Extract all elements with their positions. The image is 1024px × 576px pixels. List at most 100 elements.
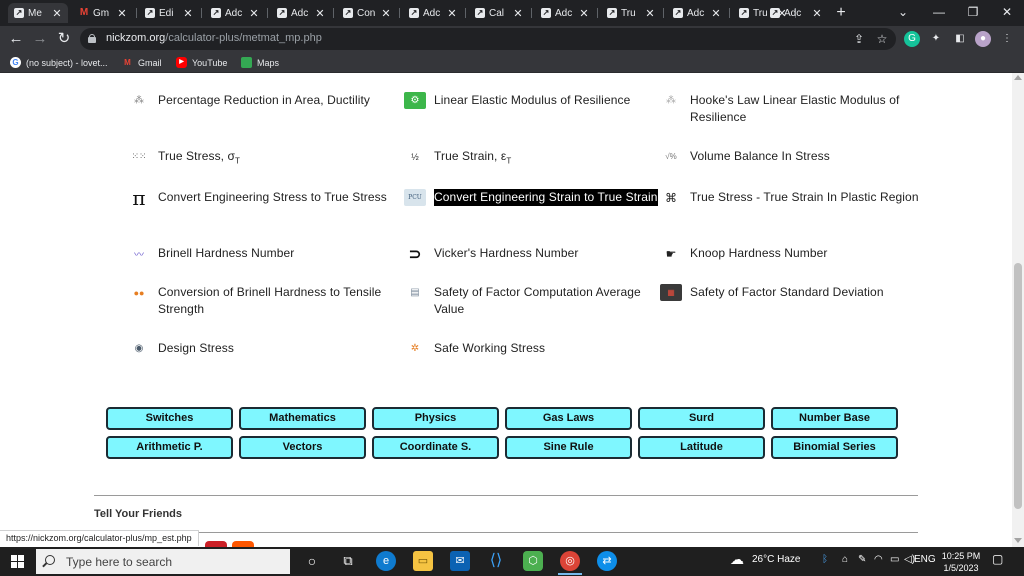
calc-safe-working-stress[interactable]: ✲ Safe Working Stress	[404, 340, 664, 357]
tab-search-chevron-icon[interactable]: ⌄	[886, 2, 920, 22]
pen-icon[interactable]: ✎	[858, 554, 866, 565]
calc-brinell-hardness[interactable]: 〰 Brinell Hardness Number	[128, 245, 388, 262]
tab-2[interactable]: M Gm ✕	[73, 3, 133, 23]
mail-icon[interactable]: ✉	[450, 551, 470, 571]
calc-safety-factor-std-dev[interactable]: ▦ Safety of Factor Standard Deviation	[660, 284, 920, 301]
tray-device-icon[interactable]: ⌂	[842, 554, 848, 565]
forward-button[interactable]: →	[30, 29, 50, 49]
wifi-icon[interactable]: ◠	[874, 554, 883, 565]
close-icon[interactable]: ✕	[182, 7, 194, 20]
bookmark-youtube[interactable]: ▶ YouTube	[176, 55, 227, 70]
close-icon[interactable]: ✕	[512, 7, 524, 20]
profile-avatar[interactable]: ●	[975, 31, 991, 47]
vscode-icon[interactable]: ⟨⟩	[486, 551, 506, 571]
extensions-puzzle-icon[interactable]: ✦	[928, 31, 944, 47]
category-binomial-series-button[interactable]: Binomial Series	[771, 436, 898, 459]
scrollbar-thumb[interactable]	[1014, 263, 1022, 509]
tab-3[interactable]: ↗ Edi ✕	[139, 3, 199, 23]
category-latitude-button[interactable]: Latitude	[638, 436, 765, 459]
side-panel-icon[interactable]: ◧	[952, 31, 968, 47]
scroll-down-arrow-icon[interactable]	[1014, 538, 1022, 543]
calc-volume-balance[interactable]: √% Volume Balance In Stress	[660, 148, 920, 165]
lock-icon[interactable]	[88, 34, 96, 43]
bookmark-gmail[interactable]: M Gmail	[122, 55, 161, 70]
close-icon[interactable]: ✕	[446, 7, 458, 20]
tab-5[interactable]: ↗ Adc ✕	[271, 3, 331, 23]
category-arithmetic-p-button[interactable]: Arithmetic P.	[106, 436, 233, 459]
close-icon[interactable]: ✕	[51, 7, 63, 20]
new-tab-button[interactable]: +	[832, 4, 850, 22]
teamviewer-icon[interactable]: ⇄	[597, 551, 617, 571]
close-icon[interactable]: ✕	[314, 7, 326, 20]
close-icon[interactable]: ✕	[578, 7, 590, 20]
weather-icon[interactable]: ☁	[730, 551, 744, 568]
tab-13[interactable]: ↗ Adc ✕	[764, 3, 828, 23]
edge-icon[interactable]: e	[376, 551, 396, 571]
calc-hookes-law[interactable]: ⁂ Hooke's Law Linear Elastic Modulus of …	[660, 92, 920, 126]
app-hexagon-icon[interactable]: ⬡	[523, 551, 543, 571]
tab-11[interactable]: ↗ Adc ✕	[667, 3, 727, 23]
bookmark-star-icon[interactable]: ☆	[874, 31, 890, 47]
language-indicator[interactable]: ENG	[914, 554, 936, 565]
taskbar-search-box[interactable]: Type here to search	[36, 549, 290, 574]
tab-4[interactable]: ↗ Adc ✕	[205, 3, 265, 23]
windows-start-icon[interactable]	[11, 555, 24, 568]
address-bar[interactable]: nickzom.org/calculator-plus/metmat_mp.ph…	[80, 28, 896, 50]
taskbar-clock[interactable]: 10:25 PM 1/5/2023	[938, 550, 984, 574]
reload-button[interactable]: ↻	[54, 29, 74, 49]
calc-brinell-to-tensile[interactable]: ●● Conversion of Brinell Hardness to Ten…	[128, 284, 388, 318]
bookmark-no-subject[interactable]: G (no subject) - lovet...	[10, 55, 108, 70]
file-explorer-icon[interactable]: ▭	[413, 551, 433, 571]
calc-linear-elastic-resilience[interactable]: ⚙ Linear Elastic Modulus of Resilience	[404, 92, 664, 109]
bookmark-maps[interactable]: Maps	[241, 55, 279, 70]
grammarly-icon[interactable]: G	[904, 31, 920, 47]
cortana-icon[interactable]: ○	[302, 551, 322, 571]
close-icon[interactable]: ✕	[811, 7, 823, 20]
calc-design-stress[interactable]: ◉ Design Stress	[128, 340, 388, 357]
close-window-button[interactable]: ✕	[990, 2, 1024, 22]
category-surd-button[interactable]: Surd	[638, 407, 765, 430]
category-sine-rule-button[interactable]: Sine Rule	[505, 436, 632, 459]
category-physics-button[interactable]: Physics	[372, 407, 499, 430]
tab-7[interactable]: ↗ Adc ✕	[403, 3, 463, 23]
category-gas-laws-button[interactable]: Gas Laws	[505, 407, 632, 430]
close-icon[interactable]: ✕	[248, 7, 260, 20]
category-mathematics-button[interactable]: Mathematics	[239, 407, 366, 430]
close-icon[interactable]: ✕	[116, 7, 128, 20]
url-text[interactable]: nickzom.org/calculator-plus/metmat_mp.ph…	[106, 32, 322, 44]
back-button[interactable]: ←	[6, 29, 26, 49]
calc-engineering-strain-to-true[interactable]: PCU Convert Engineering Strain to True S…	[404, 189, 664, 206]
tab-10[interactable]: ↗ Tru ✕	[601, 3, 661, 23]
battery-icon[interactable]: ▭	[890, 554, 899, 565]
scroll-up-arrow-icon[interactable]	[1014, 75, 1022, 80]
close-icon[interactable]: ✕	[710, 7, 722, 20]
bluetooth-icon[interactable]: ᛒ	[822, 554, 828, 565]
page-scrollbar[interactable]	[1012, 73, 1024, 547]
calc-vickers-hardness[interactable]: ⊃ Vicker's Hardness Number	[404, 245, 664, 263]
calc-percentage-reduction[interactable]: ⁂ Percentage Reduction in Area, Ductilit…	[128, 92, 388, 109]
close-icon[interactable]: ✕	[380, 7, 392, 20]
restore-button[interactable]: ❐	[956, 2, 990, 22]
category-coordinate-s-button[interactable]: Coordinate S.	[372, 436, 499, 459]
minimize-button[interactable]: —	[922, 2, 956, 22]
calc-knoop-hardness[interactable]: ☛ Knoop Hardness Number	[660, 245, 920, 262]
tab-8[interactable]: ↗ Cal ✕	[469, 3, 529, 23]
notifications-icon[interactable]: ▢	[992, 552, 1003, 566]
calc-engineering-stress-to-true[interactable]: π Convert Engineering Stress to True Str…	[128, 186, 388, 210]
chrome-icon[interactable]: ◎	[560, 551, 580, 571]
calc-true-strain[interactable]: ½ True Strain, εT	[404, 148, 664, 169]
share-icon[interactable]: ⇪	[851, 31, 867, 47]
category-number-base-button[interactable]: Number Base	[771, 407, 898, 430]
menu-kebab-icon[interactable]: ⋮	[999, 31, 1015, 47]
category-switches-button[interactable]: Switches	[106, 407, 233, 430]
calc-true-stress[interactable]: ⁙⁙ True Stress, σT	[128, 148, 388, 169]
category-vectors-button[interactable]: Vectors	[239, 436, 366, 459]
tab-6[interactable]: ↗ Con ✕	[337, 3, 397, 23]
tab-9[interactable]: ↗ Adc ✕	[535, 3, 595, 23]
close-icon[interactable]: ✕	[644, 7, 656, 20]
task-view-icon[interactable]: ⧉	[338, 551, 358, 571]
calc-true-stress-strain-plastic[interactable]: ⌘ True Stress - True Strain In Plastic R…	[660, 189, 920, 206]
calc-safety-factor-average[interactable]: ▤ Safety of Factor Computation Average V…	[404, 284, 664, 318]
tab-1[interactable]: ↗ Me ✕	[8, 3, 68, 23]
weather-text[interactable]: 26°C Haze	[752, 554, 800, 565]
